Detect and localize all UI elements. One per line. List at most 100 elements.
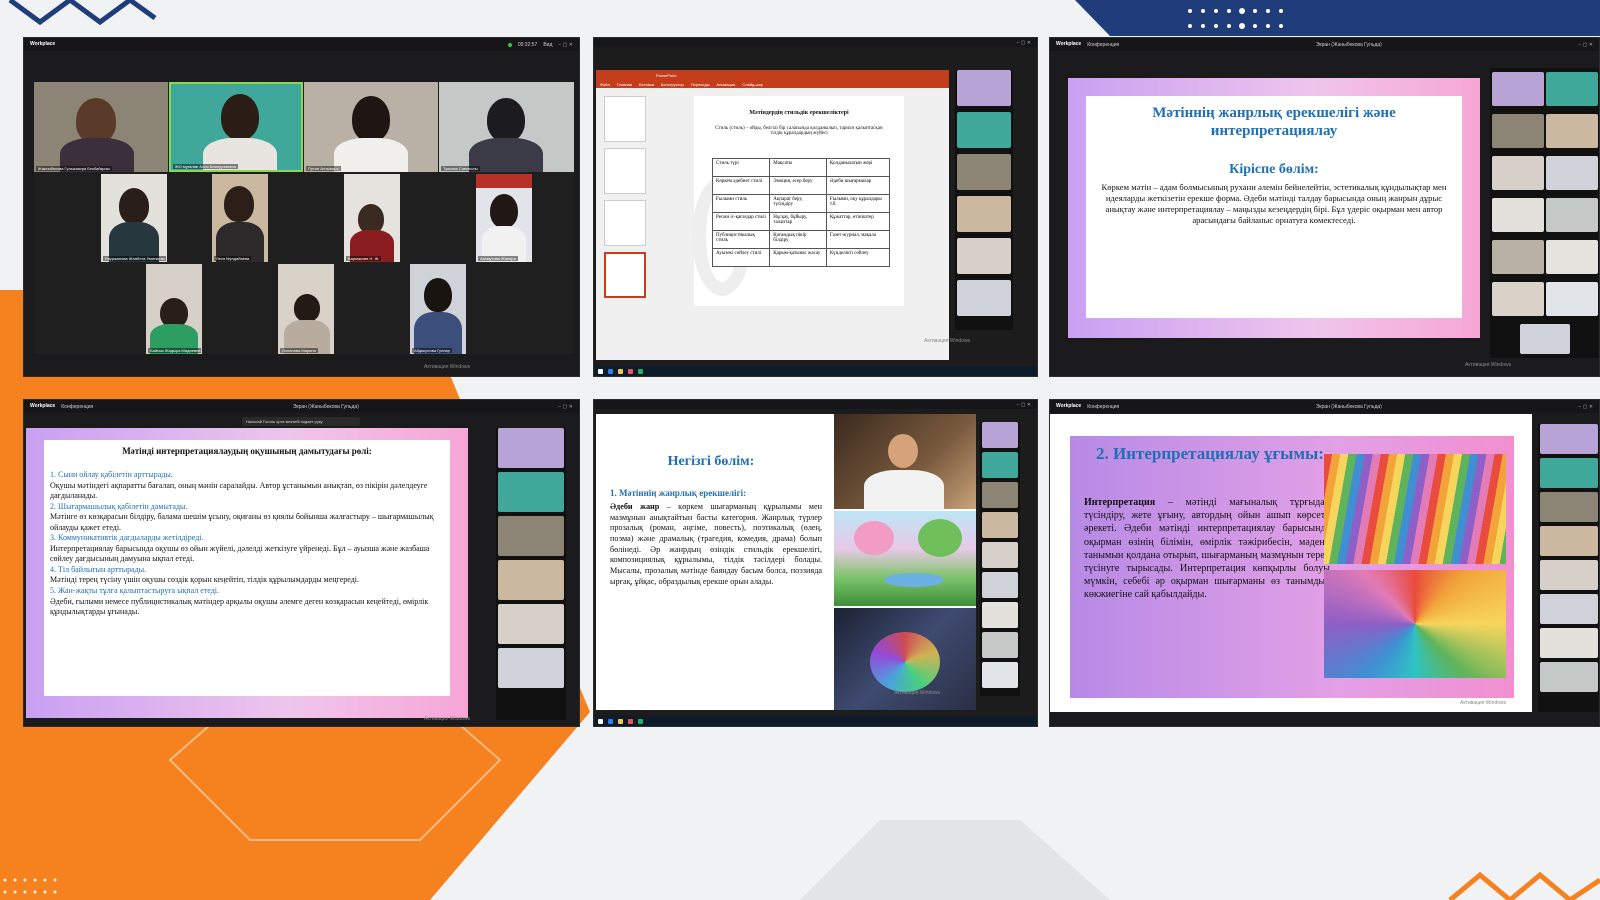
slide-title: Мәтінді интерпретациялаудың оқушының дам… [122,446,372,456]
app-logo: Workplace [30,41,56,47]
slide-content-box: Мәтінді интерпретациялаудың оқушының дам… [44,440,450,696]
participant-name: Оспанова Марина [280,348,318,353]
window-controls[interactable]: − ▢ ✕ [558,42,573,48]
definition: – көркем шығарманың құрылымы мен мазмұны… [610,502,822,586]
slide-canvas[interactable]: Мәтіндердің стильдік ерекшеліктері Стиль… [692,96,904,306]
security-shield-icon [507,42,512,47]
participant-name: Байсык Жадыра Мадиевна [148,348,202,353]
slide-body: Әдеби жанр – көркем шығарманың құрылымы … [610,502,822,587]
participant-tile[interactable]: Жаксыбекова Гульжазира Бекбайқызы [34,82,168,172]
participant-tile[interactable]: Бауржанова Жанбота Умиткызы [101,174,167,262]
term: Әдеби жанр [610,502,660,511]
participant-strip[interactable] [1538,424,1599,712]
zoom-titlebar: Workplace Конференция Экран (Жаныбекова … [1050,38,1599,51]
violin-photo [834,414,976,510]
activation-watermark: Активация Windows [924,338,971,344]
landscape-painting [834,511,976,606]
participant-name: Путан Алтынкыз [306,166,341,171]
list-heading: 3. Коммуникативтік дағдыларды жетілдіред… [50,533,204,543]
list-text: Оқушы мәтіндегі ақпаратты бағалап, оның … [50,480,428,501]
windows-taskbar[interactable] [594,366,1037,376]
participant-name: Леся Мулдабаева [214,256,252,261]
screenshot-zoom-gallery: Workplace 00:32:57 Вид − ▢ ✕ Жаксыбекова… [23,37,580,377]
window-controls[interactable]: − ▢ ✕ [1016,402,1031,408]
slide-title: Негізгі бөлім: [667,454,755,469]
participant-tile[interactable]: Байсык Жадыра Мадиевна [146,264,202,354]
shared-slide: Мәтінді интерпретациялаудың оқушының дам… [26,428,468,718]
participant-tile[interactable]: Абдикулова Гулнар [410,264,466,354]
powerpoint-window: PowerPoint Файл Главная Вставка Конструк… [596,70,949,360]
activation-watermark: Активация Windows [1465,362,1512,368]
collage-canvas: Workplace 00:32:57 Вид − ▢ ✕ Жаксыбекова… [0,0,1600,900]
slide-subheading: 1. Мәтіннің жанрлық ерекшелігі: [610,488,747,498]
list-text: Интерпретациялау барысында оқушы өз ойын… [50,543,430,564]
share-indicator[interactable]: Экран (Жаныбекова Гульда) [293,404,359,410]
participant-strip[interactable] [496,428,566,720]
ribbon-tab[interactable]: Конструктор [661,82,684,87]
list-heading: 1. Сыни ойлау қабілетін арттырады. [50,470,173,479]
zoom-titlebar: Workplace 00:32:57 Вид − ▢ ✕ [24,38,579,51]
slide-subheading: Кіріспе бөлім: [1229,162,1319,177]
share-indicator[interactable]: Экран (Жаныбекова Гульда) [1316,42,1382,48]
zoom-titlebar: Workplace Конференция Экран (Жаныбекова … [24,400,579,413]
participant-name: ЖО мұғалімі Алия Бекмурзаевна [173,164,239,169]
window-controls[interactable]: − ▢ ✕ [1016,40,1031,46]
slide-title: 2. Интерпретациялау ұғымы: [1096,444,1324,463]
list-text: Мәтінді терең түсіну үшін оқушы сөздік қ… [50,575,360,585]
view-button[interactable]: Вид [543,42,552,48]
shared-slide: Негізгі бөлім: 1. Мәтіннің жанрлық ерекш… [596,414,976,710]
participant-strip[interactable] [1490,68,1599,358]
participant-name: Бауржанова Жанбота Умиткызы [103,256,166,261]
activation-watermark: Активация Windows [424,716,471,722]
slide-content-box: Мәтіннің жанрлық ерекшелігі және интерпр… [1086,96,1462,318]
term: Интерпретация [1084,497,1156,508]
participant-tile[interactable]: Оспанова Марина [278,264,334,354]
list-heading: 4. Тіл байлығын арттырады. [50,564,147,574]
conference-label: Конференция [1087,403,1120,410]
window-controls[interactable]: − ▢ ✕ [558,404,573,410]
app-logo: Workplace [1056,41,1082,47]
app-logo: Workplace [1056,403,1082,409]
app-logo: Workplace [30,403,56,409]
list-text: Мәтінге өз көзқарасын білдіру, балама ше… [50,512,434,532]
participant-strip[interactable] [955,70,1013,330]
ribbon-tab[interactable]: Файл [600,82,610,87]
notification-bar[interactable]: Николай Гоголь орта мектебі подает руку [242,417,360,426]
participant-tile[interactable]: Бармакова Н. Ж. [344,174,400,262]
conference-label: Конференция [61,403,94,410]
participant-strip[interactable] [980,422,1020,696]
screenshot-slide-main-part: − ▢ ✕ Негізгі бөлім: 1. Мәтіннің жанрлық… [593,399,1038,727]
definition: – мәтінді мағыналық тұрғыдан түсіндіру, … [1084,497,1330,601]
participant-tile[interactable]: Леся Мулдабаева [212,174,268,262]
windows-taskbar[interactable] [594,716,1037,726]
participant-name: Абдикулова Гулнар [412,348,452,353]
ribbon-tab[interactable]: Главная [617,82,632,87]
activation-watermark: Активация Windows [1460,700,1507,706]
ribbon-tab[interactable]: Анимация [717,82,736,87]
participant-tile[interactable]: Азимутова Жанара [476,174,532,262]
share-indicator[interactable]: Экран (Жаныбекова Гульда) [1316,404,1382,410]
ribbon-tab[interactable]: Переходы [691,82,710,87]
list-heading: 2. Шығармашылық қабілетін дамытады. [50,501,188,511]
list-text: Әдеби, ғылыми немесе публицистикалық мәт… [50,596,429,617]
document-title: PowerPoint [656,72,677,78]
screenshot-slide-concept: Workplace Конференция Экран (Жаныбекова … [1049,399,1600,727]
screenshot-slide-role: Workplace Конференция Экран (Жаныбекова … [23,399,580,727]
screenshot-slide-genre: Workplace Конференция Экран (Жаныбекова … [1049,37,1600,377]
slide-gradient: 2. Интерпретациялау ұғымы: Интерпретация… [1070,436,1514,698]
pencils-photo-bottom [1324,570,1506,678]
shared-slide: 2. Интерпретациялау ұғымы: Интерпретация… [1050,414,1532,712]
ribbon-tab[interactable]: Вставка [639,82,654,87]
ribbon-tab[interactable]: Слайд-шоу [742,82,763,87]
participant-tile[interactable]: Туякова Самиголы [439,82,574,172]
slide-title: Мәтіндердің стильдік ерекшеліктері [749,110,849,116]
conference-label: Конференция [1087,41,1120,48]
shared-slide: Мәтіннің жанрлық ерекшелігі және интерпр… [1068,78,1480,338]
slide-thumbnails[interactable] [598,92,650,352]
slide-title: Мәтіннің жанрлық ерекшелігі және интерпр… [1152,105,1396,139]
participant-tile[interactable]: Путан Алтынкыз [304,82,438,172]
window-controls[interactable]: − ▢ ✕ [1578,42,1593,48]
zoom-titlebar: Workplace Конференция Экран (Жаныбекова … [1050,400,1599,413]
participant-tile-active-speaker[interactable]: ЖО мұғалімі Алия Бекмурзаевна [169,82,303,172]
window-controls[interactable]: − ▢ ✕ [1578,404,1593,410]
